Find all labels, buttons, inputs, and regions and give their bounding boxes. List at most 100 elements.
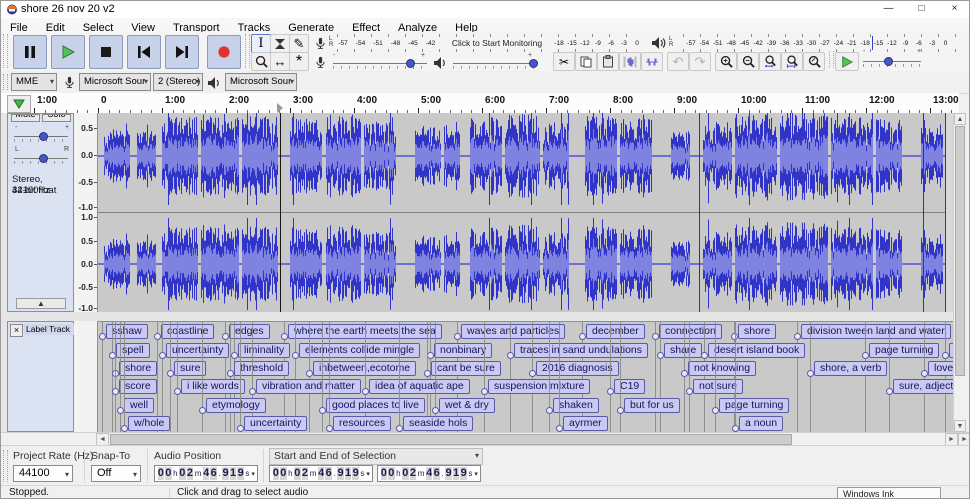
redo-button[interactable]: ↷ [689,52,711,71]
label-handle-icon[interactable] [427,352,434,359]
time-digit[interactable]: 0 [280,467,287,480]
label-handle-icon[interactable] [424,370,431,377]
label-pill[interactable]: wet & dry [439,398,495,413]
label-pill[interactable]: ayrmer [563,416,608,431]
label-handle-icon[interactable] [231,352,238,359]
label-handle-icon[interactable] [227,370,234,377]
label-pill[interactable]: traces in sand undulations [514,343,648,358]
vertical-scale-ruler[interactable]: 0.50.0-0.5-1.01.00.50.0-0.5-1.0 [74,113,98,312]
time-digit[interactable]: 1 [230,467,237,480]
scroll-up-button[interactable]: ▲ [954,113,966,125]
horizontal-scroll-thumb[interactable] [110,434,792,445]
label-pill[interactable]: threshold [234,361,289,376]
monitor-prompt[interactable]: Click to Start Monitoring [452,38,542,48]
track-collapse-button[interactable]: ▲ [16,298,66,309]
time-digit[interactable]: 2 [410,467,417,480]
time-digit[interactable]: 0 [179,467,186,480]
timeline-pin-button[interactable] [7,95,31,113]
label-handle-icon[interactable] [701,352,708,359]
zoom-toggle-button[interactable] [803,52,825,71]
label-pill[interactable]: shore [738,324,776,339]
label-pill[interactable]: vibration and matter [256,379,361,394]
label-handle-icon[interactable] [249,388,256,395]
label-pill[interactable]: w/hole [128,416,170,431]
record-button[interactable] [207,35,241,69]
label-handle-icon[interactable] [281,333,288,340]
label-handle-icon[interactable] [396,425,403,432]
label-handle-icon[interactable] [712,407,719,414]
trim-audio-button[interactable] [619,52,641,71]
label-handle-icon[interactable] [556,425,563,432]
label-pill[interactable]: page turning [869,343,939,358]
label-pill[interactable]: uncertainty [166,343,229,358]
chevron-down-icon[interactable]: ▾ [366,470,370,478]
mute-button[interactable]: Mute [11,114,40,122]
clip-boundary[interactable] [945,113,946,312]
label-pill[interactable]: i like words [181,379,245,394]
time-digit[interactable]: 9 [460,467,467,480]
audio-position-field[interactable]: 00h02m46.919s▾ [154,465,258,482]
label-track-title[interactable]: Label Track ▼ [24,324,74,335]
label-track-close-button[interactable]: × [10,324,23,337]
silence-audio-button[interactable] [641,52,663,71]
solo-button[interactable]: Solo [42,114,71,122]
label-pill[interactable]: uncertainty [244,416,307,431]
label-pill[interactable]: division tween land and water [801,324,951,339]
label-track-panel[interactable]: × Label Track ▼ [7,321,74,432]
time-digit[interactable]: 4 [203,467,210,480]
label-pill[interactable]: edges [229,324,270,339]
record-meter-mic-icon[interactable] [314,36,327,51]
vertical-scrollbar[interactable]: ▲ ▼ [953,113,966,432]
label-handle-icon[interactable] [657,352,664,359]
label-handle-icon[interactable] [546,407,553,414]
toolbar-grip[interactable] [245,34,250,68]
label-handle-icon[interactable] [807,370,814,377]
label-track-content[interactable]: sshawcoastlineedgeswhere the earth meets… [98,321,959,433]
time-digit[interactable]: 0 [158,467,165,480]
project-rate-select[interactable]: 44100▾ [13,465,73,482]
multi-tool-button[interactable]: * [289,52,309,71]
label-pill[interactable]: good places to live [326,398,425,413]
playback-meter[interactable]: -57-54-51-48-45-42-39-36-33-30-27-24-21-… [683,34,957,52]
label-handle-icon[interactable] [454,333,461,340]
recording-meter[interactable]: -57-54-51-48-45-42Click to Start Monitor… [337,34,639,52]
label-pill[interactable]: liminality [238,343,290,358]
label-pill[interactable]: desert island book [708,343,805,358]
selection-start-field[interactable]: 00h02m46.919s▾ [269,465,373,482]
label-handle-icon[interactable] [326,425,333,432]
label-pill[interactable]: resources [333,416,391,431]
label-pill[interactable]: not knowing [688,361,756,376]
label-handle-icon[interactable] [319,407,326,414]
audio-host-select[interactable]: MME▾ [11,73,57,91]
stop-button[interactable] [89,35,123,69]
label-pill[interactable]: seaside hols [403,416,473,431]
zoom-tool-button[interactable] [251,52,271,71]
time-digit[interactable]: 9 [237,467,244,480]
play-meter-speaker-icon[interactable] [651,36,667,50]
label-handle-icon[interactable] [362,388,369,395]
label-handle-icon[interactable] [117,407,124,414]
scroll-down-button[interactable]: ▼ [954,420,966,432]
cut-button[interactable]: ✂ [553,52,575,71]
toolbar-grip[interactable] [3,34,8,68]
label-handle-icon[interactable] [112,388,119,395]
label-handle-icon[interactable] [432,407,439,414]
time-digit[interactable]: 0 [294,467,301,480]
clip-boundary[interactable] [699,113,700,312]
slider-thumb[interactable] [39,154,48,163]
label-handle-icon[interactable] [686,388,693,395]
label-handle-icon[interactable] [862,352,869,359]
label-pill[interactable]: cant be sure [431,361,501,376]
draw-tool-button[interactable]: ✎ [289,34,309,53]
chevron-down-icon[interactable]: ▾ [474,470,478,478]
skip-to-end-button[interactable] [165,35,199,69]
snap-to-select[interactable]: Off▾ [91,465,141,482]
skip-to-start-button[interactable] [127,35,161,69]
waveform-clip-area[interactable] [98,113,959,312]
label-handle-icon[interactable] [159,352,166,359]
waveform-left-channel[interactable] [98,113,959,212]
label-handle-icon[interactable] [886,388,893,395]
slider-thumb[interactable] [529,59,538,68]
label-pill[interactable]: well [124,398,154,413]
chevron-down-icon[interactable]: ▾ [251,470,255,478]
